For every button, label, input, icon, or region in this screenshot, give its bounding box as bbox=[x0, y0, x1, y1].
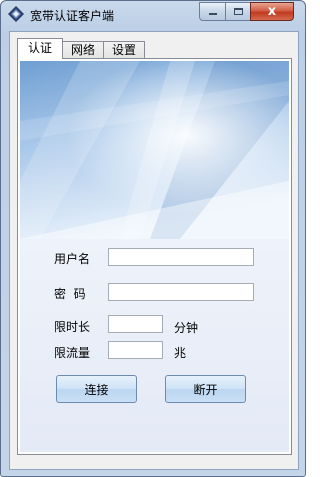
close-button[interactable]: x bbox=[250, 2, 294, 21]
traffic-limit-unit: 兆 bbox=[174, 346, 187, 360]
tab-auth[interactable]: 认证 bbox=[17, 38, 64, 59]
time-limit-input[interactable] bbox=[108, 315, 163, 333]
diamond-logo-icon bbox=[8, 6, 24, 22]
tab-strip: 认证 网络 设置 bbox=[17, 38, 146, 59]
minimize-icon bbox=[209, 13, 217, 15]
password-label: 密 码 bbox=[54, 287, 86, 301]
title-bar[interactable]: 宽带认证客户端 x bbox=[1, 1, 305, 31]
password-input[interactable] bbox=[108, 283, 254, 301]
username-input[interactable] bbox=[108, 248, 254, 266]
time-limit-label: 限时长 bbox=[54, 320, 91, 334]
window-controls: x bbox=[199, 2, 294, 21]
close-icon: x bbox=[267, 4, 277, 19]
connect-button[interactable]: 连接 bbox=[56, 375, 137, 403]
disconnect-button[interactable]: 断开 bbox=[165, 375, 246, 403]
tab-settings[interactable]: 设置 bbox=[103, 41, 146, 59]
maximize-icon bbox=[234, 8, 243, 15]
tab-network[interactable]: 网络 bbox=[62, 41, 105, 59]
traffic-limit-label: 限流量 bbox=[54, 346, 91, 360]
maximize-button[interactable] bbox=[225, 2, 250, 21]
auth-tab-panel: 用户名 密 码 限时长 分钟 限流量 兆 连接 断开 bbox=[17, 58, 292, 455]
app-window: 宽带认证客户端 x 认证 网络 设置 用户名 密 码 限时长 分钟 限流量 兆 … bbox=[0, 0, 306, 477]
client-area: 认证 网络 设置 用户名 密 码 限时长 分钟 限流量 兆 连接 断开 bbox=[9, 31, 299, 470]
banner-image bbox=[20, 61, 289, 239]
traffic-limit-input[interactable] bbox=[108, 341, 163, 359]
login-form: 用户名 密 码 限时长 分钟 限流量 兆 连接 断开 bbox=[20, 239, 289, 452]
username-label: 用户名 bbox=[54, 252, 91, 266]
window-title: 宽带认证客户端 bbox=[30, 9, 115, 23]
time-limit-unit: 分钟 bbox=[174, 321, 199, 335]
minimize-button[interactable] bbox=[199, 2, 225, 21]
